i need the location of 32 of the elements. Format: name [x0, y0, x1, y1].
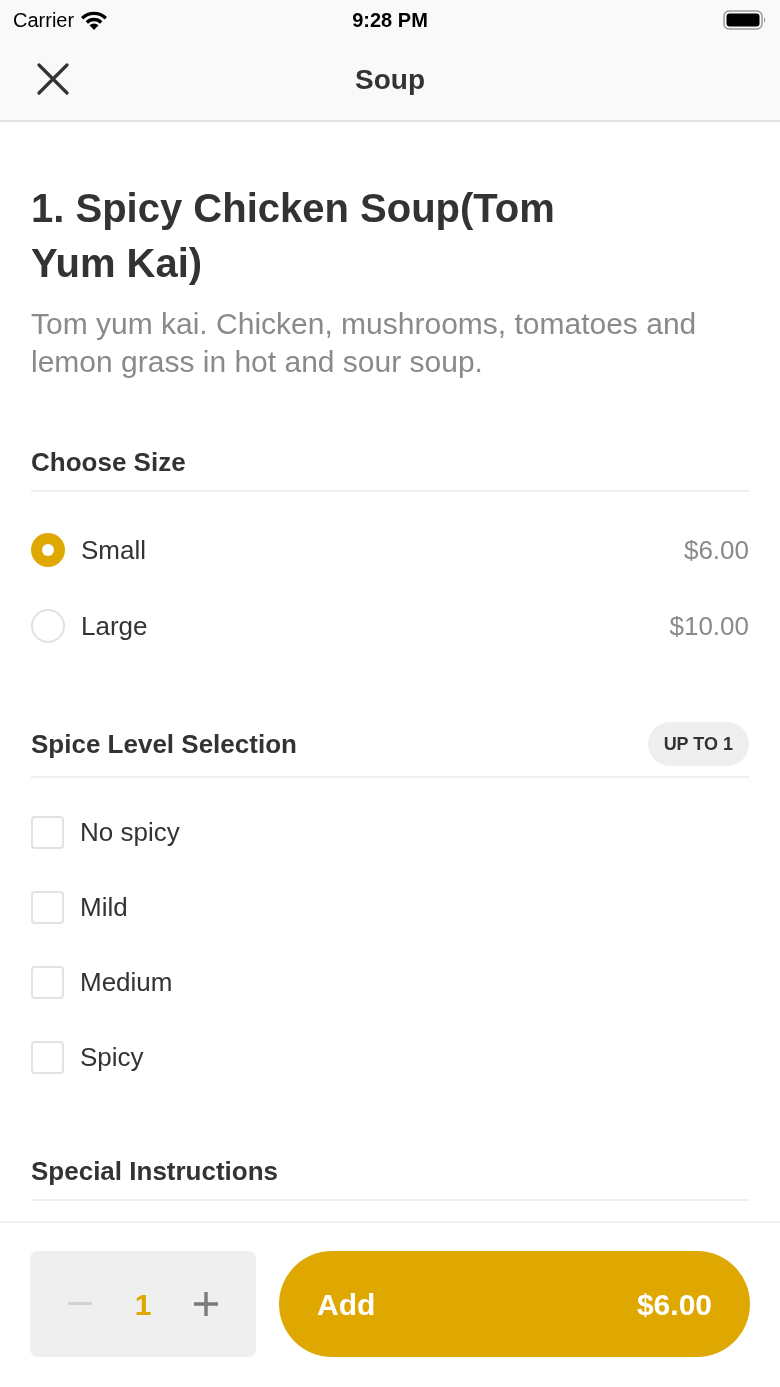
option-price: $6.00: [683, 533, 749, 567]
add-label: Add: [317, 1286, 376, 1323]
radio-button[interactable]: [31, 609, 65, 643]
option-label: Large: [81, 609, 148, 643]
option-label: Mild: [80, 891, 128, 924]
quantity-value: 1: [134, 1286, 152, 1323]
option-label: Small: [81, 533, 146, 567]
section-heading: Choose Size: [31, 446, 186, 479]
checkbox[interactable]: [31, 816, 64, 849]
add-price: $6.00: [636, 1286, 712, 1323]
option-label: Spicy: [80, 1041, 144, 1074]
clock-time: 9:28 PM: [352, 8, 428, 33]
item-title: 1. Spicy Chicken Soup(Tom Yum Kai): [31, 185, 556, 287]
checkbox[interactable]: [31, 1041, 64, 1074]
close-button[interactable]: [35, 61, 71, 97]
radio-button[interactable]: [31, 533, 65, 567]
section-heading: Spice Level Selection: [31, 728, 297, 761]
checkbox[interactable]: [31, 966, 64, 999]
option-price: $10.00: [669, 609, 749, 643]
wifi-icon: [80, 10, 109, 30]
screen-title: Soup: [355, 63, 425, 97]
battery-icon: [723, 10, 767, 30]
option-label: Medium: [80, 966, 173, 999]
limit-badge: UP TO 1: [647, 722, 749, 766]
section-heading: Special Instructions: [31, 1155, 279, 1188]
close-icon: [37, 63, 69, 95]
checkbox[interactable]: [31, 891, 64, 924]
carrier-label: Carrier: [13, 8, 75, 33]
item-description: Tom yum kai. Chicken, mushrooms, tomatoes and lemon grass in hot and sour soup.: [31, 306, 698, 380]
plus-icon: [194, 1292, 218, 1316]
add-to-cart-button[interactable]: Add $6.00: [279, 1251, 750, 1357]
option-label: No spicy: [80, 816, 180, 849]
